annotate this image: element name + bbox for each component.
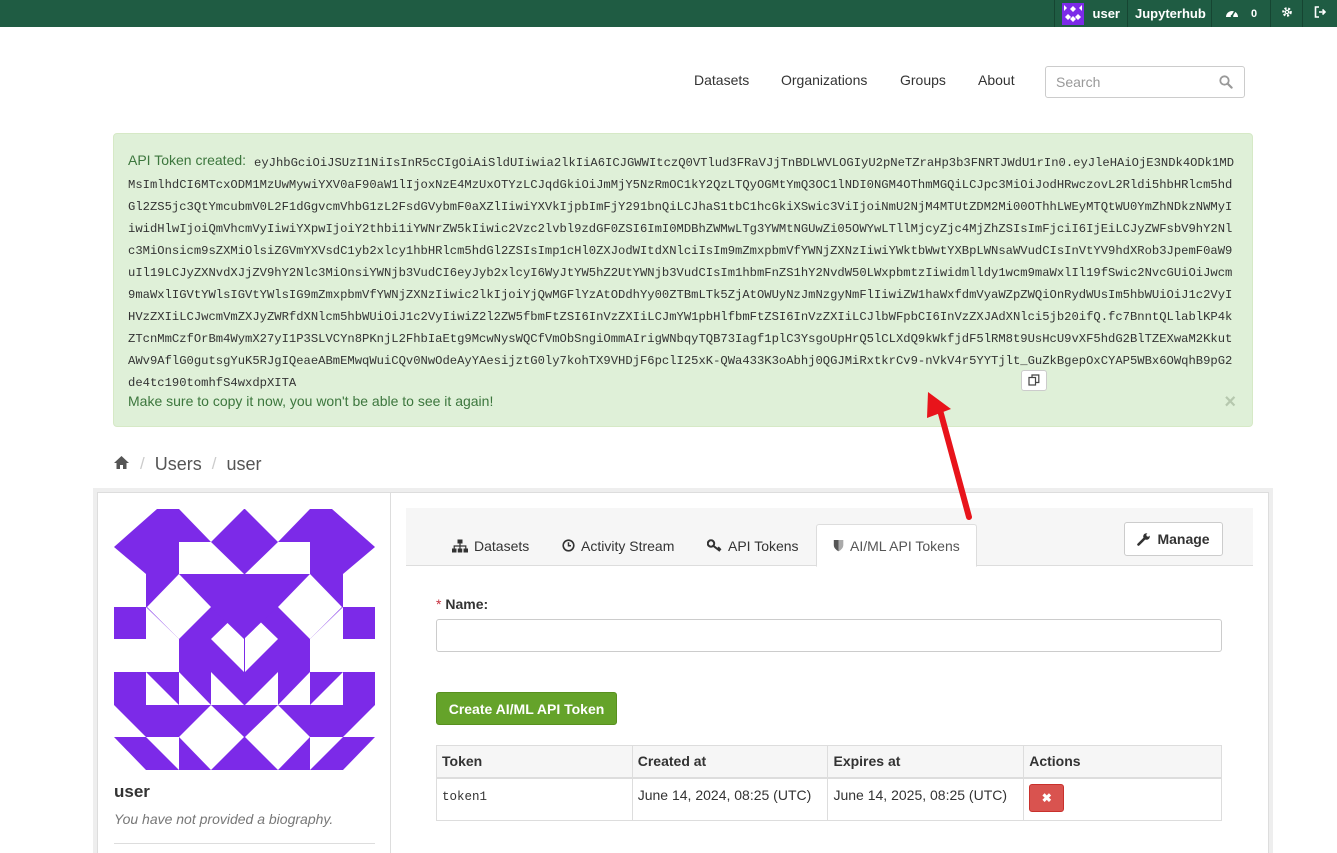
revoke-token-button[interactable]: ✖: [1029, 783, 1065, 812]
column-header-expires: Expires at: [827, 745, 1025, 779]
tokens-table: Token Created at Expires at Actions toke…: [436, 745, 1222, 821]
breadcrumb: / Users / user: [113, 453, 262, 475]
tab-ai-ml-api-tokens[interactable]: AI/ML API Tokens: [816, 524, 977, 567]
table-row: token1 June 14, 2024, 08:25 (UTC) June 1…: [436, 777, 1222, 821]
create-token-button[interactable]: Create AI/ML API Token: [436, 692, 617, 725]
tab-activity-stream[interactable]: Activity Stream: [546, 525, 690, 566]
api-token-value[interactable]: eyJhbGciOiJSUzI1NiIsInR5cCIgOiAiSldUIiwi…: [128, 152, 1238, 394]
copy-token-button[interactable]: [1021, 370, 1047, 391]
tab-api-tokens[interactable]: API Tokens: [691, 525, 815, 566]
sign-out-icon: [1314, 6, 1327, 21]
sitemap-icon: [452, 539, 468, 553]
breadcrumb-users[interactable]: Users: [155, 454, 202, 475]
dashboard-link[interactable]: 0: [1211, 0, 1270, 27]
nav-groups[interactable]: Groups: [900, 72, 946, 88]
actions-cell: ✖: [1023, 777, 1222, 821]
expires-at-cell: June 14, 2025, 08:25 (UTC): [827, 777, 1025, 821]
search-icon[interactable]: [1219, 75, 1233, 89]
settings-link[interactable]: [1270, 0, 1302, 27]
account-masthead: user Jupyterhub 0: [0, 0, 1337, 27]
nav-organizations[interactable]: Organizations: [781, 72, 867, 88]
nav-about[interactable]: About: [978, 72, 1015, 88]
home-icon[interactable]: [113, 454, 130, 475]
gear-icon: [1281, 6, 1293, 21]
table-header-row: Token Created at Expires at Actions: [436, 745, 1222, 779]
dashboard-icon: [1225, 6, 1239, 21]
content-wrapper: user You have not provided a biography. …: [97, 492, 1269, 853]
tab-label: API Tokens: [728, 537, 799, 554]
column-header-actions: Actions: [1023, 745, 1222, 779]
name-field[interactable]: [436, 619, 1222, 652]
breadcrumb-current-user[interactable]: user: [226, 454, 261, 475]
clock-icon: [562, 539, 575, 552]
tabs-bar: Datasets Activity Stream API Tokens AI/M…: [406, 508, 1253, 567]
token-name-cell: token1: [436, 777, 633, 821]
manage-label: Manage: [1157, 531, 1210, 547]
create-token-form: * Name: Create AI/ML API Token Token Cre…: [436, 596, 1223, 821]
shield-icon: [833, 539, 844, 552]
tab-datasets[interactable]: Datasets: [436, 525, 545, 566]
tab-label: AI/ML API Tokens: [850, 537, 960, 554]
tab-label: Datasets: [474, 537, 530, 554]
name-label: Name:: [445, 596, 489, 612]
username-label: user: [1092, 6, 1120, 21]
tab-label: Activity Stream: [581, 537, 675, 554]
sidebar-divider: [114, 843, 375, 844]
profile-username: user: [114, 782, 150, 801]
breadcrumb-separator: /: [140, 454, 145, 473]
user-profile-link[interactable]: user: [1054, 0, 1127, 27]
jupyterhub-link[interactable]: Jupyterhub: [1127, 0, 1211, 27]
name-label-row: * Name:: [436, 596, 1223, 612]
key-icon: [707, 539, 722, 552]
copy-icon: [1028, 373, 1040, 389]
user-avatar: [114, 509, 375, 770]
profile-sidebar: user You have not provided a biography.: [98, 493, 391, 853]
column-header-created: Created at: [631, 745, 829, 779]
profile-bio: You have not provided a biography.: [114, 811, 334, 827]
site-search: [1045, 66, 1245, 98]
copy-warning-text: Make sure to copy it now, you won't be a…: [128, 393, 494, 409]
wrench-icon: [1137, 532, 1151, 546]
activity-count-badge: 0: [1250, 7, 1258, 20]
nav-datasets[interactable]: Datasets: [694, 72, 749, 88]
close-icon: ✖: [1041, 790, 1052, 805]
account-links: user Jupyterhub 0: [1054, 0, 1337, 27]
column-header-token: Token: [436, 745, 633, 779]
search-input[interactable]: [1056, 74, 1216, 90]
close-alert-button[interactable]: ×: [1224, 392, 1236, 412]
required-mark: *: [436, 596, 442, 612]
user-avatar-icon: [1062, 2, 1084, 25]
created-at-cell: June 14, 2024, 08:25 (UTC): [631, 777, 829, 821]
logout-link[interactable]: [1302, 0, 1337, 27]
token-created-alert: API Token created: eyJhbGciOiJSUzI1NiIsI…: [113, 133, 1253, 427]
breadcrumb-separator: /: [211, 454, 217, 473]
manage-button[interactable]: Manage: [1124, 522, 1223, 556]
